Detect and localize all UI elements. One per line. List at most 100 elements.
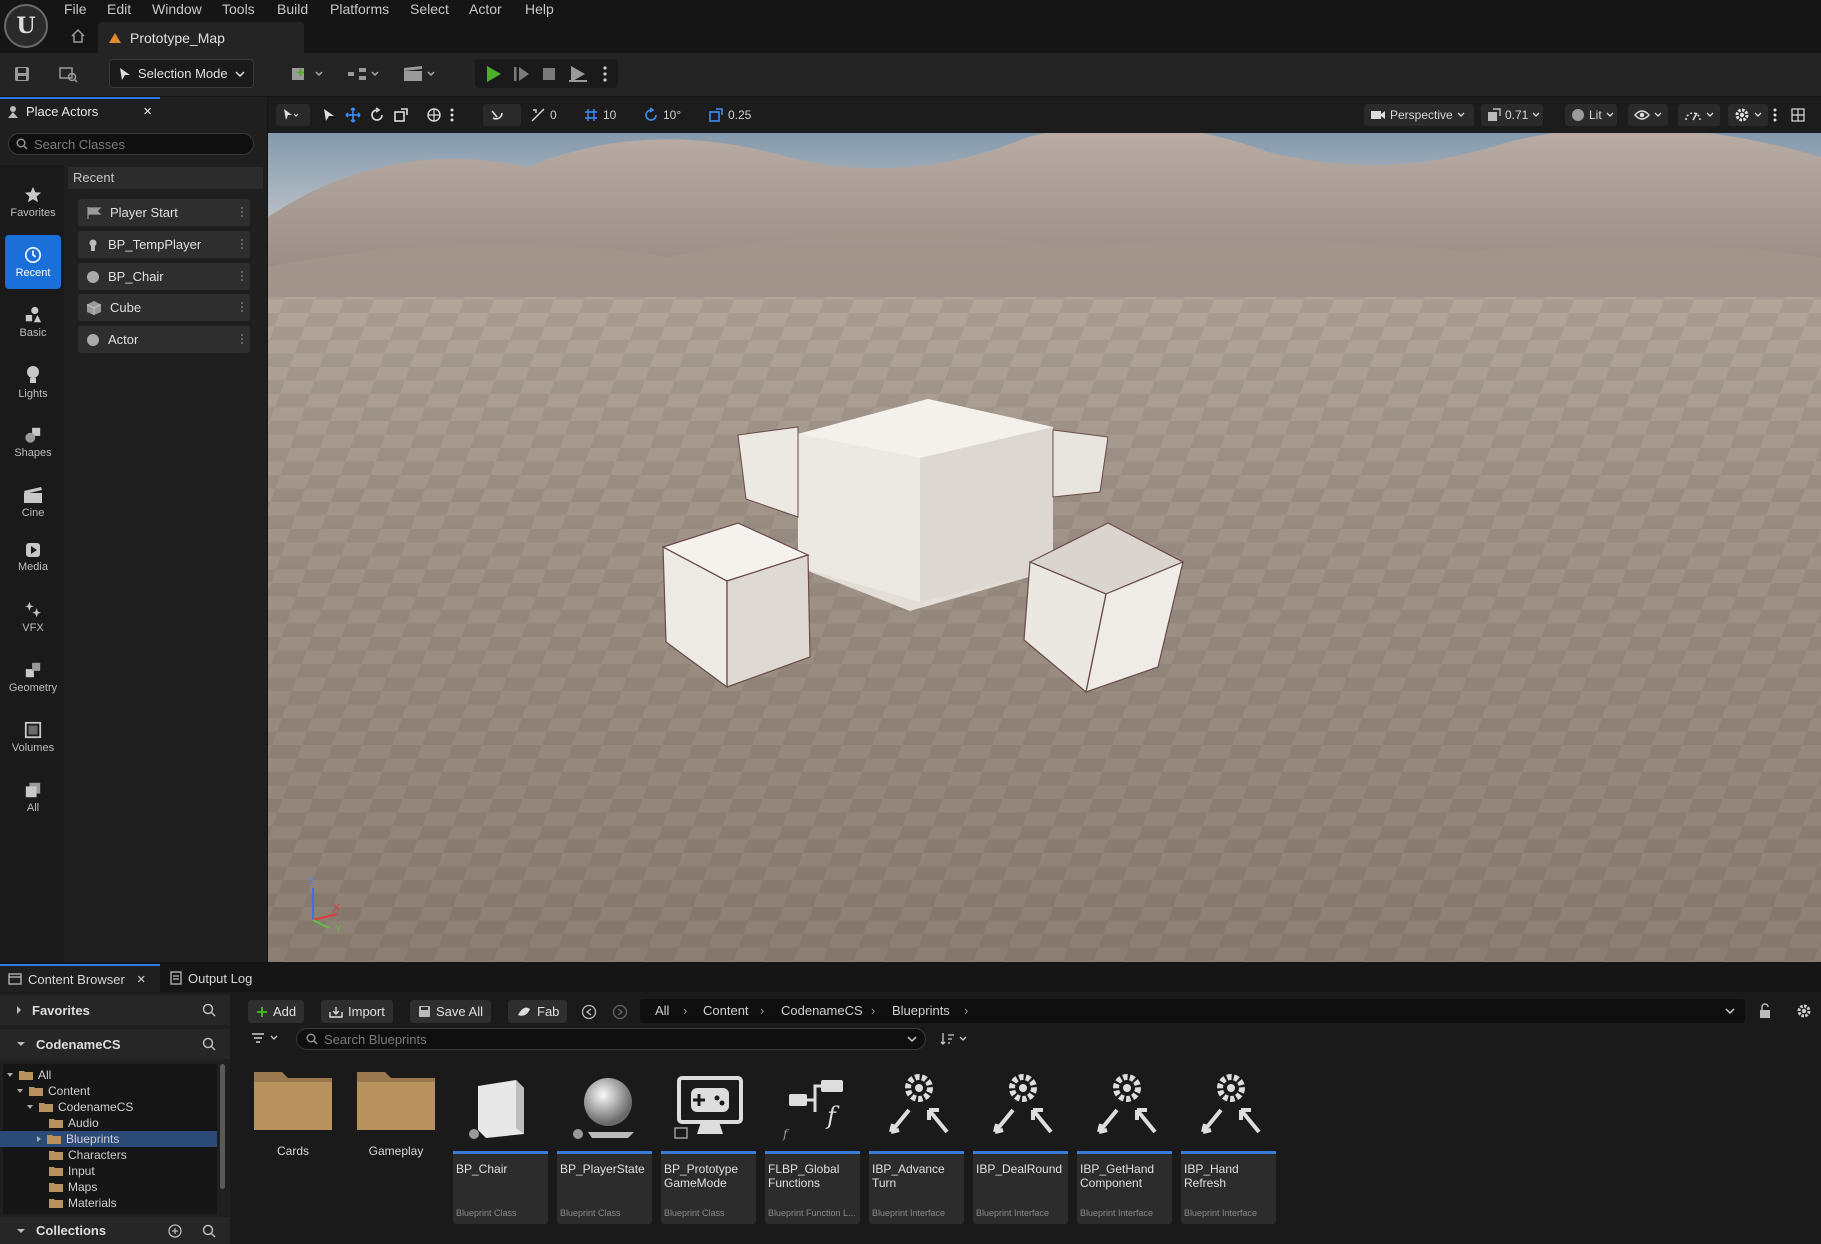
- tab-place-actors[interactable]: Place Actors ×: [0, 97, 160, 124]
- collections-section[interactable]: Collections: [0, 1217, 230, 1244]
- viewport-options-icon[interactable]: [1773, 104, 1777, 126]
- category-basic[interactable]: Basic: [5, 295, 61, 349]
- tab-output-log[interactable]: Output Log: [162, 964, 262, 992]
- category-cine[interactable]: Cine: [5, 475, 61, 529]
- menu-platforms[interactable]: Platforms: [330, 0, 389, 20]
- menu-window[interactable]: Window: [152, 0, 202, 20]
- search-icon[interactable]: [202, 1003, 216, 1017]
- history-back-icon[interactable]: [581, 1004, 597, 1020]
- tab-prototype-map[interactable]: Prototype_Map: [98, 22, 304, 53]
- project-section[interactable]: CodenameCS: [0, 1029, 230, 1059]
- history-forward-icon[interactable]: [612, 1004, 628, 1020]
- menu-help[interactable]: Help: [525, 0, 554, 20]
- save-icon[interactable]: [10, 60, 34, 88]
- viewport-settings-dropdown[interactable]: [1728, 104, 1768, 126]
- category-volumes[interactable]: Volumes: [5, 710, 61, 764]
- camera-speed-dropdown[interactable]: 0.71: [1481, 104, 1543, 126]
- add-button[interactable]: Add: [248, 1000, 305, 1023]
- menu-build[interactable]: Build: [277, 0, 308, 20]
- show-flags-dropdown[interactable]: [1628, 104, 1668, 126]
- asset-ibp-dealround[interactable]: IBP_DealRound Blueprint Interface: [973, 1062, 1068, 1224]
- scale-tool-icon[interactable]: [393, 104, 409, 126]
- home-icon[interactable]: [70, 29, 86, 43]
- tree-scrollbar[interactable]: [220, 1064, 225, 1189]
- fab-button[interactable]: Fab: [508, 1000, 568, 1023]
- breadcrumb-blueprints[interactable]: Blueprints: [892, 1003, 950, 1018]
- close-icon[interactable]: ×: [137, 971, 146, 988]
- asset-bp-playerstate[interactable]: BP_PlayerState Blueprint Class: [557, 1062, 652, 1224]
- tree-item-audio[interactable]: Audio: [0, 1115, 99, 1131]
- tree-item-characters[interactable]: Characters: [0, 1147, 127, 1163]
- category-favorites[interactable]: Favorites: [5, 175, 61, 229]
- play-icon[interactable]: [482, 60, 504, 88]
- asset-ibp-gethand-component[interactable]: IBP_GetHand Component Blueprint Interfac…: [1077, 1062, 1172, 1224]
- menu-file[interactable]: File: [64, 0, 87, 20]
- drag-handle-icon[interactable]: [240, 333, 244, 346]
- actor-item-bp-tempplayer[interactable]: BP_TempPlayer: [78, 231, 250, 258]
- rotation-snap-toggle[interactable]: 10°: [643, 104, 681, 126]
- add-collection-icon[interactable]: [168, 1223, 182, 1238]
- asset-ibp-hand-refresh[interactable]: IBP_Hand Refresh Blueprint Interface: [1181, 1062, 1276, 1224]
- scale-snap-toggle[interactable]: 0.25: [708, 104, 751, 126]
- rotate-tool-icon[interactable]: [369, 104, 385, 126]
- category-all[interactable]: All: [5, 770, 61, 824]
- cinematics-menu-icon[interactable]: [400, 60, 440, 88]
- asset-ibp-advance-turn[interactable]: IBP_Advance Turn Blueprint Interface: [869, 1062, 964, 1224]
- search-icon[interactable]: [202, 1037, 216, 1051]
- view-mode-lit-dropdown[interactable]: Lit: [1565, 104, 1617, 126]
- step-icon[interactable]: [510, 60, 532, 88]
- category-shapes[interactable]: Shapes: [5, 415, 61, 469]
- content-browser-open-icon[interactable]: [56, 60, 80, 88]
- translate-tool-icon[interactable]: [345, 104, 361, 126]
- select-tool-icon[interactable]: [322, 104, 336, 126]
- asset-flbp-global-functions[interactable]: ff FLBP_Global Functions Blueprint Funct…: [765, 1062, 860, 1224]
- play-options-icon[interactable]: [598, 60, 612, 88]
- save-all-button[interactable]: Save All: [410, 1000, 491, 1023]
- blueprints-menu-icon[interactable]: [344, 60, 384, 88]
- tree-item-content[interactable]: Content: [0, 1083, 90, 1099]
- asset-bp-prototype-gamemode[interactable]: BP_Prototype GameMode Blueprint Class: [661, 1062, 756, 1224]
- folder-cards[interactable]: Cards: [245, 1066, 341, 1216]
- breadcrumb-codenamecs[interactable]: CodenameCS: [781, 1003, 863, 1018]
- search-blueprints-input[interactable]: Search Blueprints: [296, 1028, 926, 1050]
- filter-icon[interactable]: [251, 1032, 281, 1044]
- scalability-dropdown[interactable]: [1678, 104, 1720, 126]
- category-geometry[interactable]: Geometry: [5, 650, 61, 704]
- category-vfx[interactable]: VFX: [5, 590, 61, 644]
- asset-bp-chair[interactable]: BP_Chair Blueprint Class: [453, 1062, 548, 1224]
- actor-item-bp-chair[interactable]: BP_Chair: [78, 263, 250, 290]
- add-actor-icon[interactable]: [288, 60, 328, 88]
- level-viewport[interactable]: [268, 97, 1821, 962]
- breadcrumb-content[interactable]: Content: [703, 1003, 749, 1018]
- tree-item-input[interactable]: Input: [0, 1163, 95, 1179]
- close-icon[interactable]: ×: [143, 103, 152, 120]
- tree-item-codenamecs[interactable]: CodenameCS: [0, 1099, 133, 1115]
- drag-handle-icon[interactable]: [240, 238, 244, 251]
- actor-item-actor[interactable]: Actor: [78, 326, 250, 353]
- stop-icon[interactable]: [538, 60, 560, 88]
- selection-mode-dropdown[interactable]: Selection Mode: [109, 59, 254, 88]
- category-media[interactable]: Media: [5, 530, 61, 584]
- perspective-dropdown[interactable]: Perspective: [1364, 104, 1474, 126]
- favorites-section[interactable]: Favorites: [0, 995, 230, 1025]
- search-classes-input[interactable]: Search Classes: [8, 133, 254, 155]
- folder-gameplay[interactable]: Gameplay: [348, 1066, 444, 1216]
- more-options-icon[interactable]: [450, 104, 454, 126]
- tree-item-blueprints[interactable]: Blueprints: [0, 1131, 217, 1147]
- category-recent[interactable]: Recent: [5, 235, 61, 289]
- grid-snap-toggle[interactable]: 10: [583, 104, 616, 126]
- tree-item-maps[interactable]: Maps: [0, 1179, 97, 1195]
- path-dropdown-chevron-icon[interactable]: [1725, 1008, 1735, 1014]
- actor-item-cube[interactable]: Cube: [78, 294, 250, 321]
- world-space-icon[interactable]: [426, 104, 442, 126]
- tree-item-all[interactable]: All: [0, 1067, 51, 1083]
- category-lights[interactable]: Lights: [5, 355, 61, 409]
- import-button[interactable]: Import: [321, 1000, 393, 1023]
- eject-icon[interactable]: [566, 60, 590, 88]
- layout-grid-icon[interactable]: [1791, 104, 1805, 126]
- sort-icon[interactable]: [940, 1032, 970, 1046]
- actor-item-player-start[interactable]: Player Start: [78, 199, 250, 226]
- tab-content-browser[interactable]: Content Browser ×: [0, 964, 160, 992]
- menu-tools[interactable]: Tools: [222, 0, 255, 20]
- tree-item-materials[interactable]: Materials: [0, 1195, 117, 1211]
